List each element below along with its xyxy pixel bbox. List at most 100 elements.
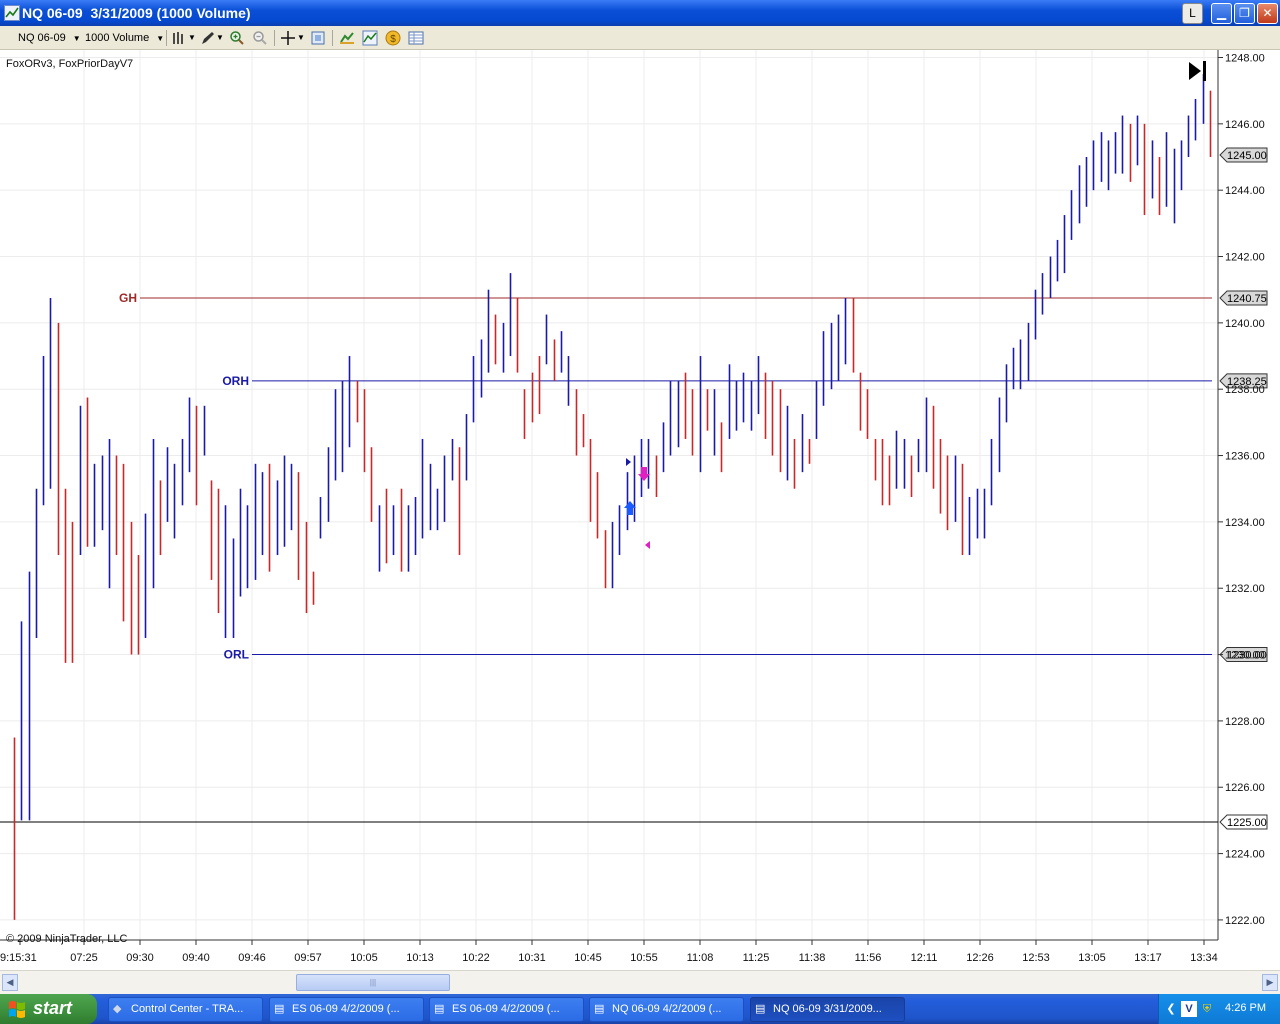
price-tick-label: 1236.00 (1225, 451, 1265, 463)
time-tick-label: 12:53 (1022, 952, 1050, 964)
time-tick-label: 10:45 (574, 952, 602, 964)
price-axis: 1248.00 1246.00 1244.00 1242.00 1240.00 1238.… (1218, 53, 1265, 927)
close-button[interactable]: ✕ (1257, 3, 1278, 24)
taskbar-item-es-chart-1[interactable]: ▤ ES 06-09 4/2/2009 (... (269, 997, 424, 1022)
time-tick-label: 13:05 (1078, 952, 1106, 964)
draw-pencil-icon[interactable] (200, 30, 216, 46)
scroll-left-button[interactable]: ◀ (2, 974, 18, 991)
crosshair-icon[interactable] (280, 30, 296, 46)
toolbar-separator (332, 30, 333, 46)
price-tick-label: 1224.00 (1225, 849, 1265, 861)
time-tick-label: 10:55 (630, 952, 658, 964)
time-tick-label: 10:22 (462, 952, 490, 964)
data-box-icon[interactable] (408, 30, 424, 46)
price-tick-label: 1226.00 (1225, 782, 1265, 794)
signal-markers (624, 458, 650, 549)
time-tick-label: 10:13 (406, 952, 434, 964)
shield-icon[interactable]: ⛨ (1199, 1001, 1215, 1017)
time-tick-label: 10:31 (518, 952, 546, 964)
chart-horizontal-scrollbar[interactable]: ◀ ||| ▶ (0, 970, 1280, 994)
time-tick-label: 09:46 (238, 952, 266, 964)
chart-icon: ▤ (755, 1003, 766, 1015)
taskbar-item-control-center[interactable]: ◆ Control Center - TRA... (108, 997, 263, 1022)
price-bars (13, 74, 1212, 920)
taskbar-item-label: NQ 06-09 3/31/2009... (773, 1003, 882, 1015)
level-name-orh: ORH (222, 374, 249, 388)
scroll-thumb[interactable]: ||| (296, 974, 450, 991)
period-selector[interactable]: 1000 Volume ▼ (85, 30, 164, 46)
time-tick-label: 12:11 (911, 952, 938, 964)
taskbar-item-nq-chart-1[interactable]: ▤ NQ 06-09 4/2/2009 (... (589, 997, 744, 1022)
price-chart[interactable]: GH 1240.75ORH 1238.25ORL 1230.00 1248.00124… (0, 50, 1280, 970)
tray-v-icon[interactable]: V (1181, 1001, 1197, 1017)
price-tick-label: 1232.00 (1225, 583, 1265, 595)
price-tick-label: 1230.00 (1225, 650, 1265, 662)
chevron-down-icon[interactable]: ▼ (216, 30, 224, 46)
time-axis: 9:15:31 07:25 09:30 09:40 09:46 09:57 10:05 10:… (0, 940, 1218, 964)
tray-arrow-icon[interactable]: ❮ (1163, 1001, 1179, 1017)
time-tick-label: 10:05 (350, 952, 378, 964)
taskbar-item-nq-chart-active[interactable]: ▤ NQ 06-09 3/31/2009... (750, 997, 905, 1022)
chart-icon: ▤ (274, 1003, 285, 1015)
time-tick-label: 09:40 (182, 952, 210, 964)
window-title-bar[interactable]: NQ 06-09 3/31/2009 (1000 Volume) L ▁ ❐ ✕ (0, 0, 1280, 26)
indicators-icon[interactable] (362, 30, 378, 46)
svg-text:$: $ (390, 34, 396, 45)
order-icon[interactable]: $ (385, 30, 401, 46)
time-tick-label: 09:30 (126, 952, 154, 964)
strategy-icon[interactable] (339, 30, 355, 46)
zoom-in-icon[interactable] (229, 30, 245, 46)
last-price-label: 1245.00 (1227, 150, 1267, 162)
instrument-label: NQ 06-09 (18, 32, 66, 44)
price-tick-label: 1242.00 (1225, 252, 1265, 264)
crosshair-price-tag: 1225.00 (1219, 814, 1268, 830)
properties-icon[interactable] (310, 30, 326, 46)
time-tick-label: 9:15:31 (0, 952, 37, 964)
taskbar-item-label: NQ 06-09 4/2/2009 (... (612, 1003, 722, 1015)
chevron-down-icon[interactable]: ▼ (188, 30, 196, 46)
zoom-out-icon[interactable] (252, 30, 268, 46)
time-tick-label: 11:38 (799, 952, 826, 964)
time-tick-label: 11:08 (687, 952, 714, 964)
time-tick-label: 13:17 (1134, 952, 1162, 964)
price-tick-label: 1246.00 (1225, 119, 1265, 131)
taskbar-item-label: ES 06-09 4/2/2009 (... (452, 1003, 560, 1015)
copyright-text: © 2009 NinjaTrader, LLC (6, 933, 127, 945)
chart-icon: ▤ (434, 1003, 445, 1015)
scroll-right-button[interactable]: ▶ (1262, 974, 1278, 991)
minimize-button[interactable]: ▁ (1211, 3, 1232, 24)
time-tick-label: 11:25 (743, 952, 770, 964)
maximize-button[interactable]: ❐ (1234, 3, 1255, 24)
chevron-down-icon[interactable]: ▼ (297, 30, 305, 46)
toolbar-separator (274, 30, 275, 46)
taskbar-item-label: ES 06-09 4/2/2009 (... (292, 1003, 400, 1015)
level-name-gh: GH (119, 291, 137, 305)
level-price-label: 1240.75 (1227, 293, 1267, 305)
chart-app-icon (4, 5, 20, 21)
indicator-label: FoxORv3, FoxPriorDayV7 (6, 58, 133, 70)
chart-toolbar: NQ 06-09 ▼ 1000 Volume ▼ ▼ ▼ ▼ $ (0, 26, 1280, 50)
price-tick-label: 1248.00 (1225, 53, 1265, 65)
chart-icon: ▤ (594, 1003, 605, 1015)
price-tick-label: 1244.00 (1225, 185, 1265, 197)
bar-style-icon[interactable] (171, 30, 187, 46)
entry-triangle-icon (626, 458, 631, 466)
price-tick-label: 1238.00 (1225, 384, 1265, 396)
price-tick-label: 1240.00 (1225, 318, 1265, 330)
exit-triangle-icon (645, 541, 650, 549)
scroll-to-end-icon[interactable] (1189, 61, 1206, 81)
time-tick-label: 11:56 (855, 952, 882, 964)
last-price-tag: 1245.00 (1219, 147, 1268, 163)
crosshair-price-label: 1225.00 (1227, 817, 1267, 829)
toolbar-separator (166, 30, 167, 46)
taskbar-item-es-chart-2[interactable]: ▤ ES 06-09 4/2/2009 (... (429, 997, 584, 1022)
link-button[interactable]: L (1182, 3, 1203, 24)
start-button[interactable]: start (0, 994, 97, 1024)
time-tick-label: 12:26 (966, 952, 994, 964)
time-tick-label: 13:34 (1190, 952, 1218, 964)
chevron-down-icon: ▼ (72, 34, 81, 43)
price-tick-label: 1222.00 (1225, 915, 1265, 927)
instrument-selector[interactable]: NQ 06-09 ▼ (18, 30, 81, 46)
period-label: 1000 Volume (85, 32, 150, 44)
level-name-orl: ORL (224, 648, 249, 662)
